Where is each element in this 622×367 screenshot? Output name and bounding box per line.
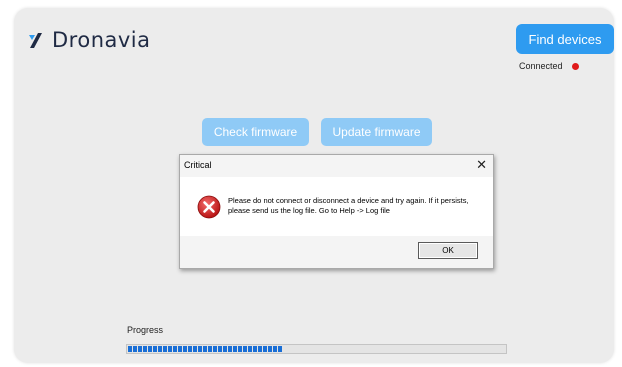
- dialog-title: Critical: [184, 160, 212, 170]
- critical-dialog: Critical ✕ Please do not connect or disc…: [179, 154, 494, 269]
- progress-label: Progress: [127, 325, 164, 335]
- dialog-message: Please do not connect or disconnect a de…: [228, 196, 469, 215]
- close-icon[interactable]: ✕: [476, 157, 487, 173]
- slash-logo-icon: [29, 33, 42, 48]
- dialog-body: Please do not connect or disconnect a de…: [180, 177, 493, 236]
- update-firmware-button[interactable]: Update firmware: [321, 118, 432, 146]
- find-devices-button[interactable]: Find devices: [516, 24, 614, 54]
- error-icon: [197, 195, 221, 219]
- logo-text: Dronavia: [52, 28, 151, 52]
- status-indicator-dot: [571, 62, 579, 70]
- connection-status: Connected: [519, 61, 579, 71]
- ok-button[interactable]: OK: [418, 242, 478, 259]
- screen: Dronavia Find devices Connected Check fi…: [0, 0, 622, 367]
- app-logo: Dronavia: [26, 28, 151, 52]
- status-text: Connected: [519, 61, 563, 71]
- progress-bar: [126, 344, 507, 354]
- progress-bar-fill: [128, 346, 283, 352]
- check-firmware-button[interactable]: Check firmware: [202, 118, 309, 146]
